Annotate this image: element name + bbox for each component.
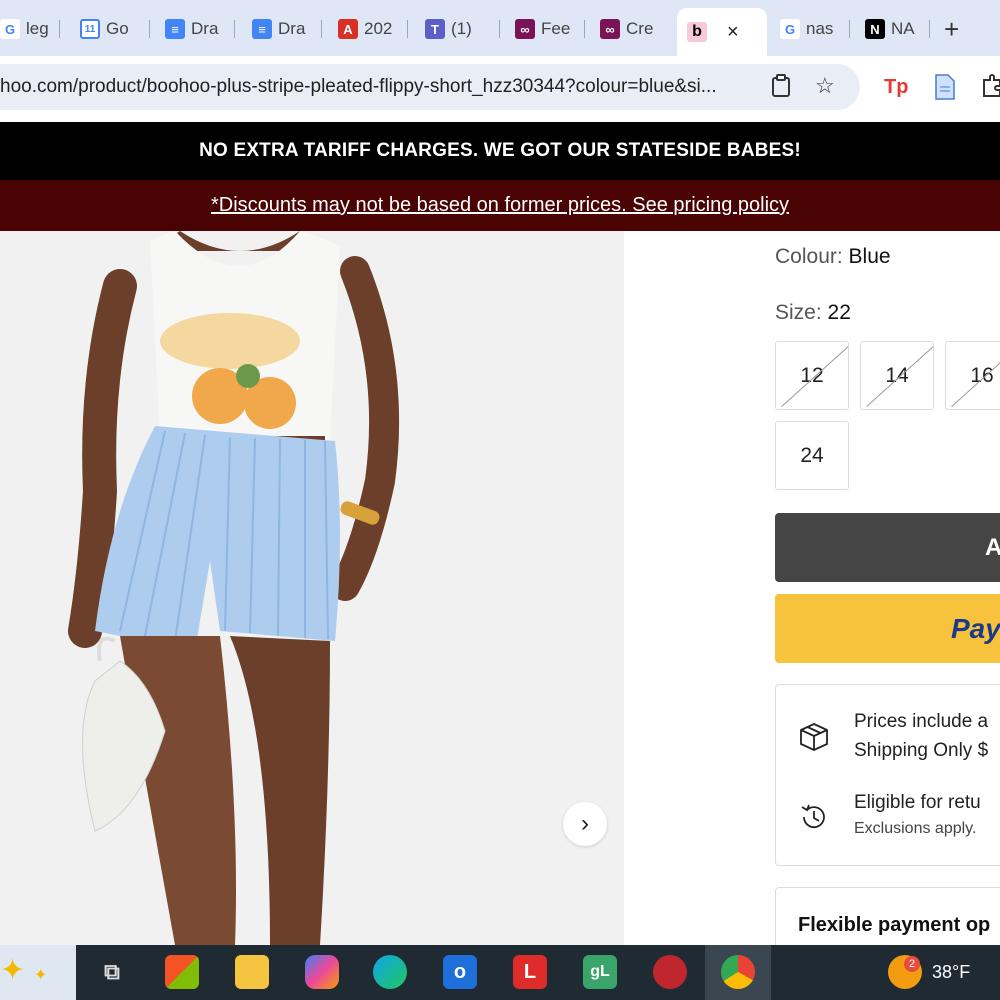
copilot-sparkle-icon[interactable]: ✦ ✦ [0, 945, 76, 1000]
new-tab-button[interactable]: + [944, 14, 959, 45]
tab-label: Dra [191, 19, 219, 38]
url-text: hoo.com/product/boohoo-plus-stripe-pleat… [0, 76, 717, 97]
browser-tab[interactable]: ∞ Cre [590, 8, 670, 50]
browser-tab[interactable]: G nas [770, 8, 850, 50]
tab-label: Cre [626, 19, 654, 38]
edge-icon[interactable] [373, 955, 407, 989]
product-details: Colour: Blue Size: 22 12 14 16 24 A Pay … [624, 231, 1000, 967]
returns-text: Eligible for retu [854, 792, 981, 813]
notification-badge: 2 [904, 956, 920, 972]
google-calendar-icon: 11 [80, 19, 100, 39]
extensions-puzzle-icon[interactable] [982, 74, 1000, 104]
colour-label: Colour: [775, 245, 843, 268]
browser-tab[interactable]: N NA [855, 8, 930, 50]
colour-row: Colour: Blue [775, 245, 891, 269]
outlook-icon[interactable]: o [443, 955, 477, 989]
product-image[interactable]: › [0, 231, 624, 945]
size-value: 22 [827, 301, 851, 324]
google-icon: G [0, 19, 20, 39]
add-to-bag-button[interactable]: A [775, 513, 1000, 582]
size-row: Size: 22 [775, 301, 851, 325]
file-explorer-icon[interactable] [235, 955, 269, 989]
paypal-button[interactable]: Pay [775, 594, 1000, 663]
address-bar[interactable]: hoo.com/product/boohoo-plus-stripe-pleat… [0, 64, 860, 110]
microsoft-store-icon[interactable] [165, 955, 199, 989]
tab-label: leg [26, 19, 49, 38]
prices-include-text: Prices include a [854, 711, 989, 732]
google-docs-icon: ≡ [252, 19, 272, 39]
browser-tab[interactable]: 11 Go [70, 8, 150, 50]
teams-icon: T [425, 19, 445, 39]
next-image-button[interactable]: › [563, 802, 607, 846]
clipboard-icon[interactable] [770, 74, 792, 104]
document-extension-icon[interactable] [934, 74, 956, 106]
lastpass-l-icon[interactable]: L [513, 955, 547, 989]
extension-tp-icon[interactable]: Tp [884, 76, 908, 99]
notion-icon: N [865, 19, 885, 39]
exclusions-text: Exclusions apply. [854, 820, 977, 837]
size-option-label: 16 [970, 363, 994, 387]
windows-taskbar: ✦ ✦ ⧉ o L gL 38°F [0, 945, 1000, 1000]
browser-tab[interactable]: ≡ Dra [155, 8, 235, 50]
pdf-icon: A [338, 19, 358, 39]
link-icon: ∞ [600, 19, 620, 39]
pricing-policy-link[interactable]: *Discounts may not be based on former pr… [211, 194, 789, 217]
tab-label: Fee [541, 19, 571, 38]
boohoo-icon: b [687, 22, 707, 42]
box-package-icon [798, 721, 830, 758]
browser-toolbar: hoo.com/product/boohoo-plus-stripe-pleat… [0, 56, 1000, 122]
close-tab-icon[interactable]: × [727, 21, 739, 44]
size-label: Size: [775, 301, 822, 324]
flexible-payment-text: Flexible payment op [798, 914, 991, 936]
browser-tab[interactable]: A 202 [328, 8, 408, 50]
link-icon: ∞ [515, 19, 535, 39]
temperature-text: 38°F [932, 962, 971, 982]
gl-app-icon[interactable]: gL [583, 955, 617, 989]
size-option-label: 24 [800, 443, 824, 467]
size-option-24[interactable]: 24 [775, 421, 849, 490]
size-option-label: 14 [885, 363, 909, 387]
copilot-icon[interactable] [305, 955, 339, 989]
browser-tab[interactable]: ∞ Fee [505, 8, 585, 50]
tab-label: 202 [364, 19, 393, 38]
size-option-12[interactable]: 12 [775, 341, 849, 410]
colour-value: Blue [848, 245, 891, 268]
browser-tab[interactable]: T (1) [415, 8, 500, 50]
size-option-16[interactable]: 16 [945, 341, 1000, 410]
shipping-only-text: Shipping Only $ [854, 740, 989, 761]
shipping-info-box: Prices include a Shipping Only $ Eligibl… [775, 684, 1000, 866]
tab-label: nas [806, 19, 834, 38]
chrome-taskbar-button[interactable] [705, 945, 771, 1000]
tariff-banner: NO EXTRA TARIFF CHARGES. WE GOT OUR STAT… [0, 122, 1000, 180]
bookmark-star-icon[interactable]: ☆ [815, 73, 835, 99]
browser-tab-active[interactable]: b × [677, 8, 767, 56]
tab-label: Go [106, 19, 129, 38]
tab-label: (1) [451, 19, 472, 38]
size-option-14[interactable]: 14 [860, 341, 934, 410]
tab-label: NA [891, 19, 915, 38]
size-option-label: 12 [800, 363, 824, 387]
google-docs-icon: ≡ [165, 19, 185, 39]
task-view-icon[interactable]: ⧉ [95, 955, 129, 989]
returns-history-icon [798, 801, 830, 838]
chrome-icon [721, 955, 755, 989]
tab-strip: G leg 11 Go ≡ Dra ≡ Dra A 202 T (1) ∞ Fe… [0, 0, 1000, 56]
circles-app-icon[interactable] [653, 955, 687, 989]
tab-label: Dra [278, 19, 306, 38]
google-icon: G [780, 19, 800, 39]
model-illustration [68, 231, 400, 945]
browser-tab[interactable]: ≡ Dra [242, 8, 322, 50]
browser-tab[interactable]: G leg [0, 8, 60, 50]
pricing-banner: *Discounts may not be based on former pr… [0, 180, 1000, 231]
